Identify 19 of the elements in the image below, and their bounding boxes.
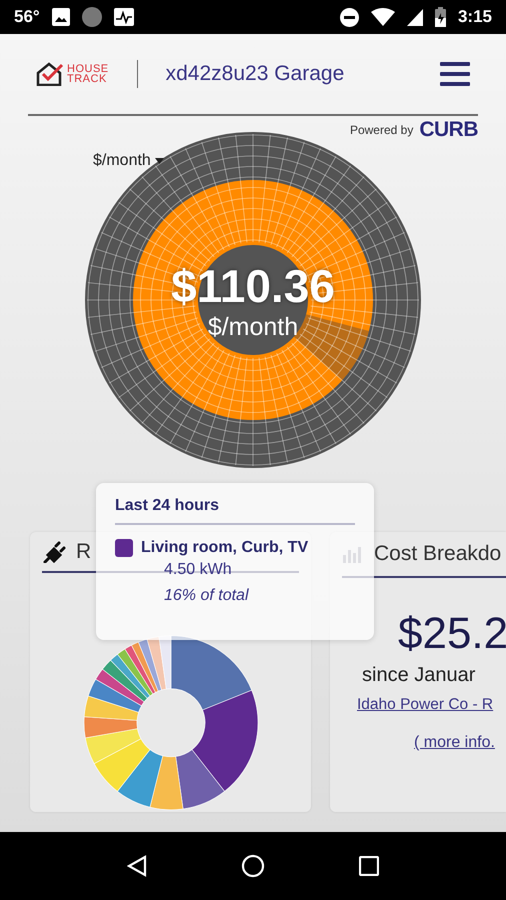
cost-period: since Januar [362,663,476,688]
temperature-text: 56° [14,7,40,27]
card-title: Cost Breakdo [374,542,502,566]
powered-by-text: Powered by [350,123,414,137]
tooltip-heading: Last 24 hours [115,497,355,525]
more-info-link[interactable]: ( more info. [414,734,495,752]
unit-dropdown[interactable]: $/month [93,152,164,170]
logo-text: HOUSE [67,64,109,74]
tooltip-usage: 4.50 kWh [164,561,233,579]
cost-amount: $25.2 [398,608,506,660]
brand-logo: CURB [419,118,478,142]
logo-text: TRACK [67,74,108,84]
clock-text: 3:15 [458,7,492,27]
tooltip-label: Living room, Curb, TV [141,539,308,557]
cost-unit: $/month [208,312,298,342]
provider-link[interactable]: Idaho Power Co - R [357,696,494,714]
tooltip-share: 16% of total [164,587,250,605]
location-title: xd42z8u23 Garage [166,62,344,86]
card-title: R [76,540,92,564]
